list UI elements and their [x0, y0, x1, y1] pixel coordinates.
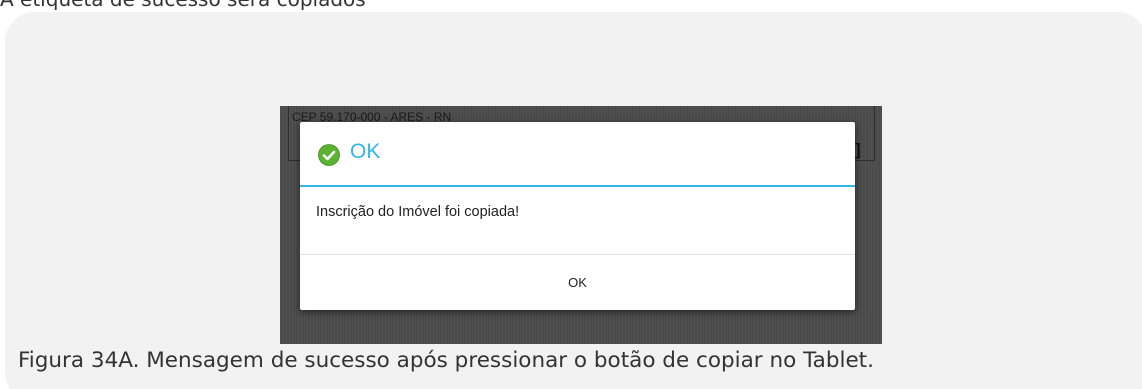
- figure-caption: Figura 34A. Mensagem de sucesso após pre…: [18, 348, 874, 373]
- previous-paragraph-text: A etiqueta de sucesso sera copiados: [0, 0, 366, 10]
- dialog-header: OK: [300, 122, 855, 186]
- dialog-message: Inscrição do Imóvel foi copiada!: [316, 204, 520, 220]
- cut-off-text-line: A etiqueta de sucesso sera copiados: [0, 0, 1142, 10]
- dialog-title-divider: [300, 185, 855, 187]
- success-dialog: OK Inscrição do Imóvel foi copiada! OK: [300, 122, 855, 310]
- dialog-title: OK: [350, 140, 381, 163]
- background-bracket: ]: [855, 140, 861, 159]
- tablet-screenshot: CEP 59.170-000 - ARES - RN ] OK Inscriçã…: [280, 106, 882, 344]
- check-circle-icon: [318, 144, 340, 166]
- document-page: A etiqueta de sucesso sera copiados CEP …: [0, 0, 1142, 389]
- ok-button[interactable]: OK: [300, 255, 855, 310]
